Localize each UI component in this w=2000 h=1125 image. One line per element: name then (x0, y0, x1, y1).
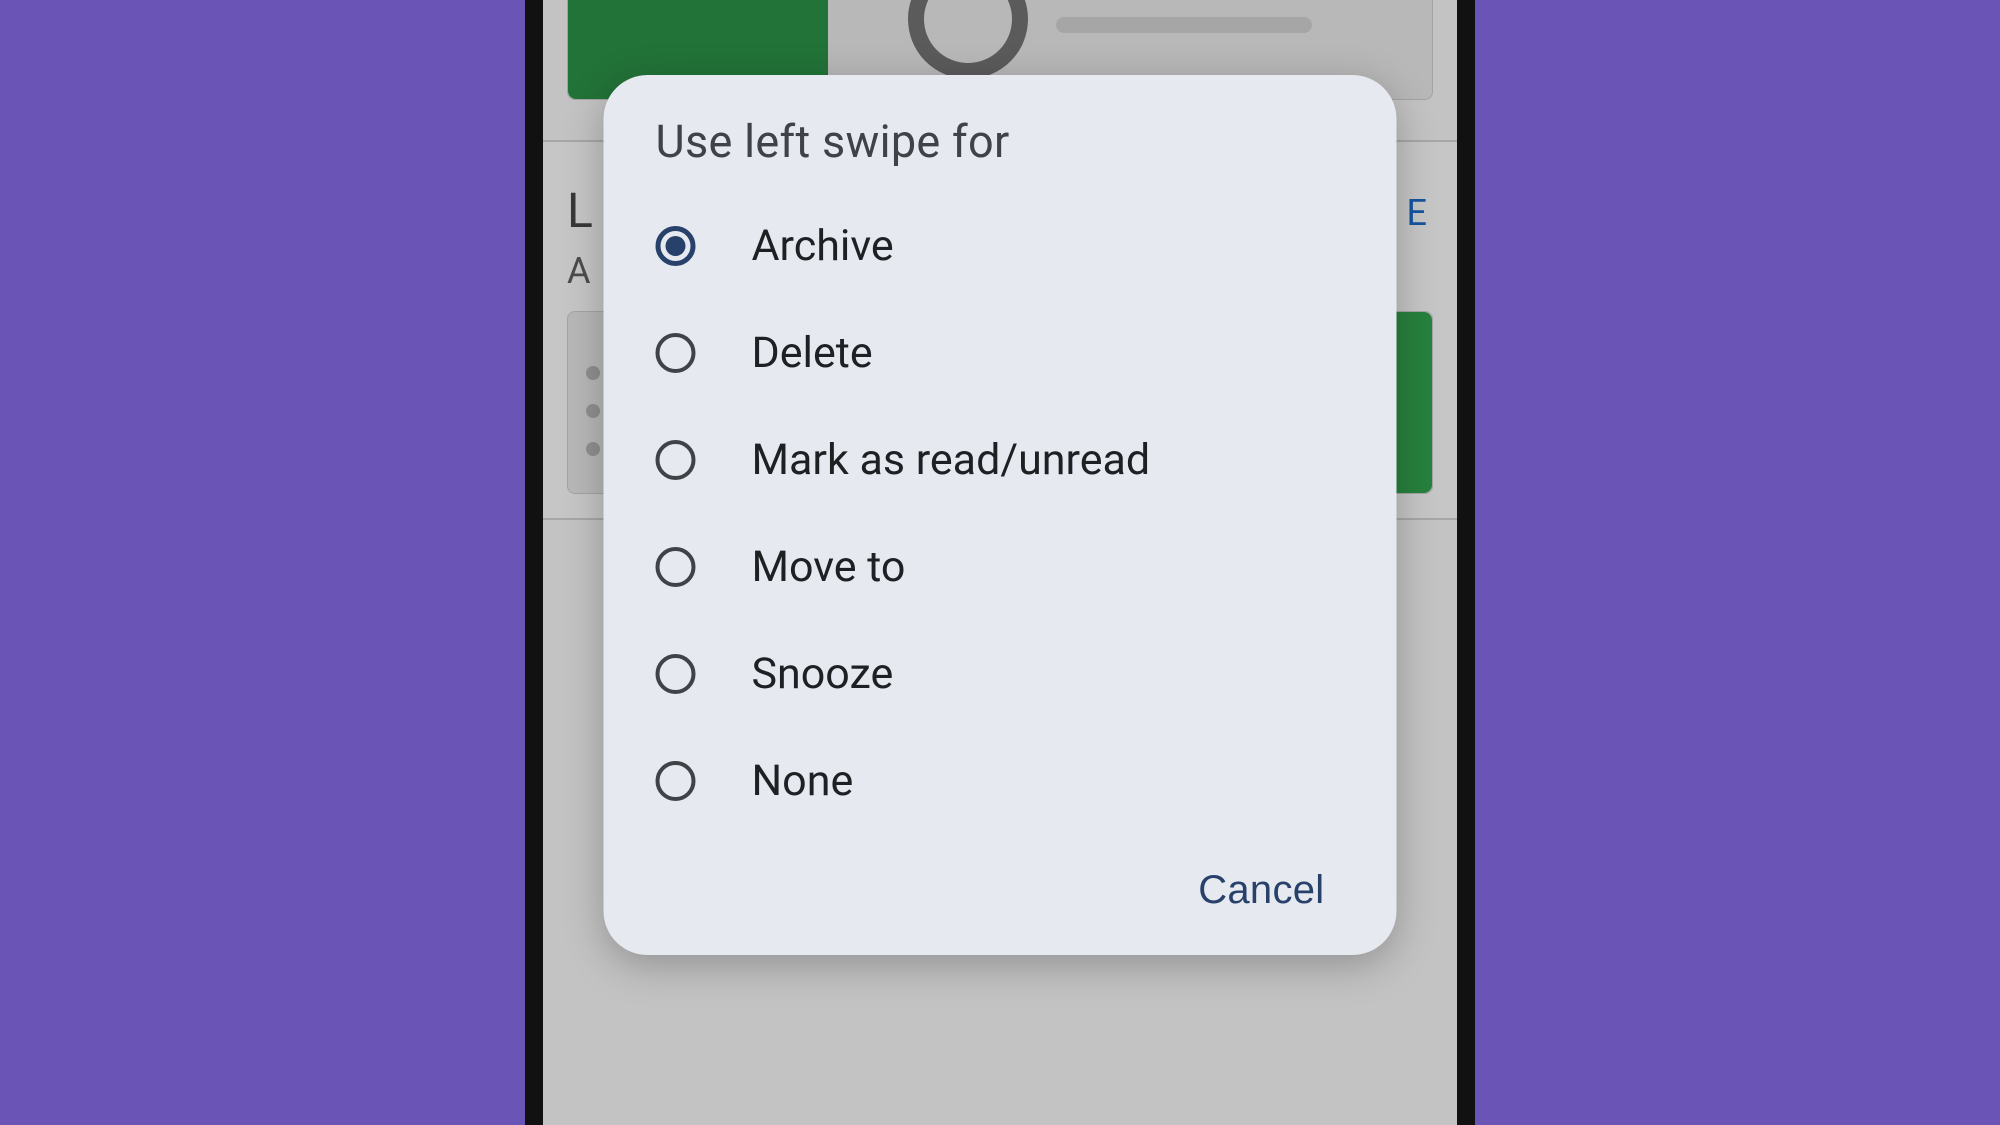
option-label: Mark as read/unread (752, 435, 1151, 485)
dialog-actions: Cancel (1198, 868, 1324, 913)
radio-unselected-icon (656, 440, 696, 480)
phone-frame: L A E Use left swipe for Archive (525, 0, 1475, 1125)
option-none[interactable]: None (656, 727, 1345, 834)
option-label: None (752, 756, 854, 806)
option-label: Move to (752, 542, 906, 592)
dialog-options: Archive Delete Mark as read/unread Move … (656, 192, 1345, 834)
option-label: Archive (752, 221, 894, 271)
option-label: Snooze (752, 649, 894, 699)
option-delete[interactable]: Delete (656, 299, 1345, 406)
radio-unselected-icon (656, 547, 696, 587)
radio-unselected-icon (656, 333, 696, 373)
cancel-button[interactable]: Cancel (1198, 868, 1324, 913)
option-archive[interactable]: Archive (656, 192, 1345, 299)
option-mark-read[interactable]: Mark as read/unread (656, 406, 1345, 513)
swipe-action-dialog: Use left swipe for Archive Delete Mark a… (604, 75, 1397, 955)
option-label: Delete (752, 328, 873, 378)
radio-selected-icon (656, 226, 696, 266)
option-move-to[interactable]: Move to (656, 513, 1345, 620)
phone-screen: L A E Use left swipe for Archive (543, 0, 1457, 1125)
option-snooze[interactable]: Snooze (656, 620, 1345, 727)
radio-unselected-icon (656, 761, 696, 801)
dialog-title: Use left swipe for (656, 115, 1345, 168)
radio-unselected-icon (656, 654, 696, 694)
